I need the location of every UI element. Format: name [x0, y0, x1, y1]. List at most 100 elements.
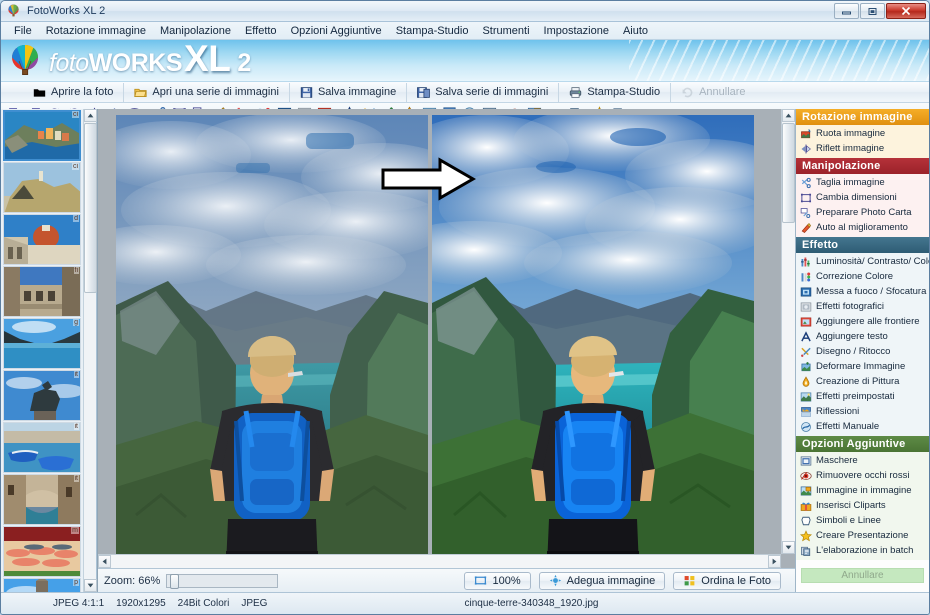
sidebar-item-label: Preparare Photo Carta	[816, 207, 912, 218]
side-deformare-immagine[interactable]: Deformare Immagine	[796, 359, 929, 374]
thumbnail-list[interactable]: ci ci d fi g it it it m p	[1, 109, 83, 592]
side-simboli-e-linee[interactable]: Simboli e Linee	[796, 513, 929, 528]
zoom-100-button[interactable]: 100%	[464, 571, 531, 590]
maximize-button[interactable]	[860, 3, 885, 19]
side-ruota-immagine[interactable]: Ruota immagine	[796, 126, 929, 141]
side-auto-miglioramento[interactable]: Auto al miglioramento	[796, 220, 929, 235]
side-riflessioni[interactable]: Riflessioni	[796, 404, 929, 419]
menu-aiuto[interactable]: Aiuto	[616, 23, 655, 39]
sharpen-blur-icon	[799, 285, 812, 298]
side-effetti-manuale[interactable]: Effetti Manuale	[796, 419, 929, 434]
toolbar-button-label: Stampa-Studio	[587, 86, 661, 98]
open-photo-button[interactable]: Aprire la foto	[23, 82, 125, 102]
zoom-slider[interactable]	[166, 573, 279, 589]
side-correzione-colore[interactable]: Correzione Colore	[796, 269, 929, 284]
painting-creation-icon	[799, 375, 812, 388]
sidebar-item-label: Effetti fotografici	[816, 301, 884, 312]
save-image-series-button[interactable]: Salva serie di immagini	[407, 82, 560, 102]
side-aggiungere-testo[interactable]: Aggiungere testo	[796, 329, 929, 344]
fit-image-button[interactable]: Adegua immagine	[538, 571, 666, 590]
canvas-scroll-up-arrow[interactable]	[782, 109, 795, 122]
thumbnail-panel: ci ci d fi g it it it m p	[1, 109, 97, 592]
canvas-vertical-scroll-thumb[interactable]	[782, 123, 795, 223]
thumbnail-statua-equestre[interactable]: it	[3, 370, 81, 421]
thumbnail-colonna[interactable]: p	[3, 578, 81, 592]
thumbnail-pesce[interactable]: m	[3, 526, 81, 577]
thumbnail-barche[interactable]: it	[3, 422, 81, 473]
title-bar: FotoWorks XL 2	[1, 1, 929, 22]
side-effetti-preimpostati[interactable]: Effetti preimpostati	[796, 389, 929, 404]
thumbnail-caption: it	[73, 371, 79, 378]
status-bar: JPEG 4:1:1 1920x1295 24Bit Colori JPEG c…	[1, 592, 929, 614]
image-canvas[interactable]	[98, 109, 795, 568]
side-preparare-photo-carta[interactable]: Preparare Photo Carta	[796, 205, 929, 220]
thumbnail-scrollbar[interactable]	[83, 109, 97, 592]
thumbnail-lago[interactable]: g	[3, 318, 81, 369]
side-inserisci-cliparts[interactable]: Inserisci Cliparts	[796, 498, 929, 513]
zoom-button-label: Ordina le Foto	[701, 574, 771, 587]
side-riflett-immagine[interactable]: Riflett immagine	[796, 141, 929, 156]
close-button[interactable]	[886, 3, 926, 19]
sidebar-item-label: Luminosità/ Contrasto/ Colore	[816, 256, 929, 267]
scroll-up-arrow[interactable]	[84, 109, 97, 122]
side-elaborazione-batch[interactable]: L'elaborazione in batch	[796, 543, 929, 558]
thumbnail-portovenere[interactable]: ci	[3, 162, 81, 213]
balloon-icon	[7, 4, 21, 18]
menu-opzioni-aggiuntive[interactable]: Opzioni Aggiuntive	[284, 23, 389, 39]
sidebar-item-label: Maschere	[816, 455, 858, 466]
sidebar-item-label: Effetti Manuale	[816, 421, 880, 432]
menu-stampa-studio[interactable]: Stampa-Studio	[389, 23, 476, 39]
group-opzioni-aggiuntive-body: Maschere Rimuovere occhi rossi Immagine in…	[796, 452, 929, 560]
menu-impostazione[interactable]: Impostazione	[537, 23, 616, 39]
printer-icon	[569, 86, 582, 99]
side-luminosita-contrasto-colore[interactable]: Luminosità/ Contrasto/ Colore	[796, 254, 929, 269]
canvas-horizontal-scrollbar[interactable]	[98, 554, 781, 568]
side-maschere[interactable]: Maschere	[796, 453, 929, 468]
canvas-vertical-scrollbar[interactable]	[781, 109, 795, 554]
canvas-scroll-down-arrow[interactable]	[782, 541, 795, 554]
open-image-series-button[interactable]: Apri una serie di immagini	[124, 82, 290, 102]
toolbar-button-label: Salva immagine	[317, 86, 397, 98]
menu-strumenti[interactable]: Strumenti	[475, 23, 536, 39]
side-creare-presentazione[interactable]: Creare Presentazione	[796, 528, 929, 543]
zoom-level-label: Zoom: 66%	[104, 574, 161, 587]
menu-rotazione-immagine[interactable]: Rotazione immagine	[39, 23, 153, 39]
canvas-scroll-right-arrow[interactable]	[768, 555, 781, 568]
side-effetti-fotografici[interactable]: Effetti fotografici	[796, 299, 929, 314]
thumbnail-scroll-thumb[interactable]	[84, 123, 97, 293]
side-creazione-pittura[interactable]: Creazione di Pittura	[796, 374, 929, 389]
side-cambia-dimensioni[interactable]: Cambia dimensioni	[796, 190, 929, 205]
thumbnail-venezia-ponte[interactable]: it	[3, 474, 81, 525]
save-image-button[interactable]: Salva immagine	[290, 82, 408, 102]
thumbnail-firenze-duomo[interactable]: d	[3, 214, 81, 265]
logo-balloon-icon	[9, 44, 43, 78]
menu-manipolazione[interactable]: Manipolazione	[153, 23, 238, 39]
side-messa-a-fuoco-sfocatura[interactable]: Messa a fuoco / Sfocatura	[796, 284, 929, 299]
menu-effetto[interactable]: Effetto	[238, 23, 284, 39]
sidebar-item-label: Simboli e Linee	[816, 515, 881, 526]
side-disegno-ritocco[interactable]: Disegno / Ritocco	[796, 344, 929, 359]
menu-file[interactable]: File	[7, 23, 39, 39]
crop-icon	[799, 176, 812, 189]
logo-version: 2	[237, 48, 251, 77]
sidebar-item-label: Creare Presentazione	[816, 530, 909, 541]
sidebar-item-label: Messa a fuoco / Sfocatura	[816, 286, 927, 297]
thumbnail-palazzo[interactable]: fi	[3, 266, 81, 317]
print-studio-button[interactable]: Stampa-Studio	[559, 82, 672, 102]
scroll-down-arrow[interactable]	[84, 579, 97, 592]
sort-photos-button[interactable]: Ordina le Foto	[673, 571, 781, 590]
group-opzioni-aggiuntive-header: Opzioni Aggiuntive	[796, 436, 929, 452]
side-immagine-in-immagine[interactable]: Immagine in immagine	[796, 483, 929, 498]
canvas-scroll-left-arrow[interactable]	[98, 555, 111, 568]
side-taglia-immagine[interactable]: Taglia immagine	[796, 175, 929, 190]
zoom-button-label: 100%	[492, 574, 521, 587]
thumbnail-cinque-terre[interactable]: ci	[3, 110, 81, 161]
side-rimuovere-occhi-rossi[interactable]: Rimuovere occhi rossi	[796, 468, 929, 483]
minimize-button[interactable]	[834, 3, 859, 19]
thumbnail-caption: m	[71, 527, 79, 534]
status-filename: cinque-terre-340348_1920.jpg	[464, 598, 599, 609]
zoom-slider-knob[interactable]	[170, 573, 180, 589]
after-image[interactable]	[432, 115, 754, 564]
right-arrow-marker	[380, 157, 477, 201]
side-aggiungere-frontiere[interactable]: Aggiungere alle frontiere	[796, 314, 929, 329]
